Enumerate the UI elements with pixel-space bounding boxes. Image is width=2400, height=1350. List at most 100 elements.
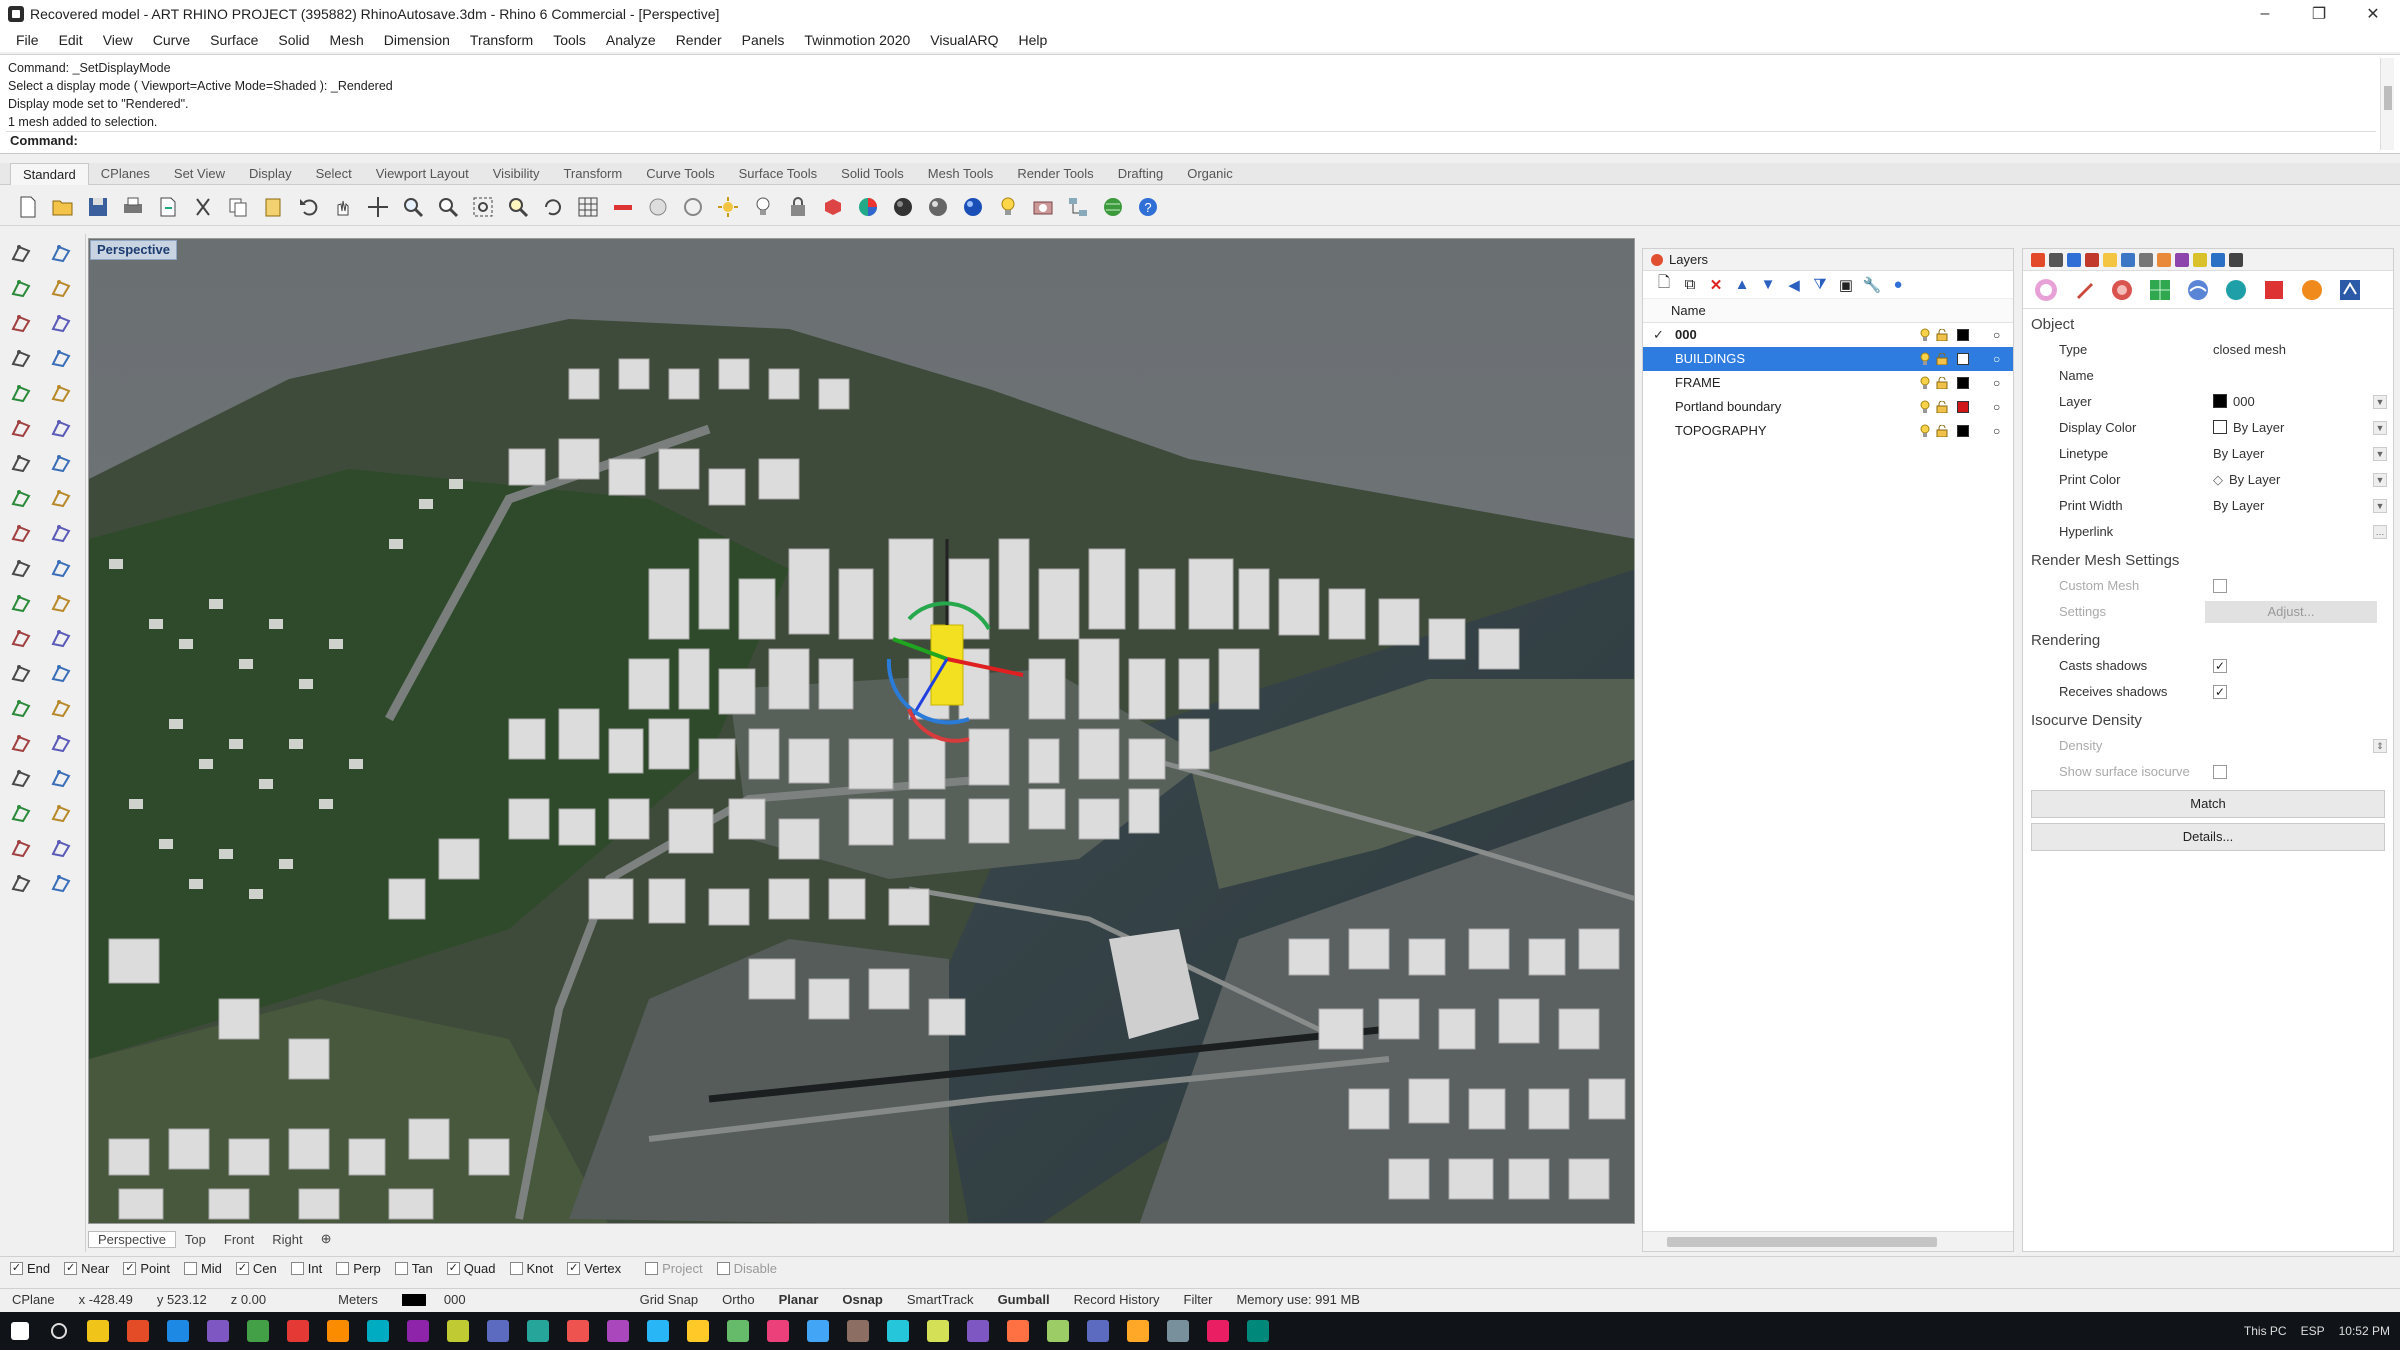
layer-visibility-bulb-icon[interactable] <box>1920 376 1930 390</box>
taskbar-app-icon[interactable] <box>87 1320 109 1342</box>
render-sphere-icon[interactable] <box>959 193 987 221</box>
paste-icon[interactable] <box>259 193 287 221</box>
layer-color-swatch[interactable] <box>1957 329 1969 341</box>
sun-tab-icon[interactable] <box>2157 252 2171 267</box>
print-width-value[interactable]: By Layer <box>2213 493 2264 519</box>
taskbar-app-icon[interactable] <box>1207 1320 1229 1342</box>
boolean-icon[interactable] <box>46 483 76 513</box>
taskbar-app-icon[interactable] <box>1007 1320 1029 1342</box>
textures-tab-icon[interactable] <box>2175 252 2189 267</box>
displacement-icon[interactable] <box>2183 275 2213 305</box>
gumball-toggle[interactable]: Gumball <box>986 1292 1062 1307</box>
surface-icon[interactable] <box>6 413 36 443</box>
box-icon[interactable] <box>6 448 36 478</box>
osnap-checkbox[interactable] <box>645 1262 659 1275</box>
curve-icon[interactable] <box>46 273 76 303</box>
split-icon[interactable] <box>6 588 36 618</box>
layer-material-icon[interactable]: ○ <box>1993 419 2000 443</box>
layer-row[interactable]: BUILDINGS ○ <box>1643 347 2013 371</box>
details-button[interactable]: Details... <box>2031 823 2385 851</box>
save-icon[interactable] <box>84 193 112 221</box>
current-layer-check-icon[interactable]: ✓ <box>1653 323 1667 347</box>
curve-piping-icon[interactable] <box>2297 275 2327 305</box>
taskbar-app-icon[interactable] <box>407 1320 429 1342</box>
copy-icon[interactable] <box>224 193 252 221</box>
analyze-icon[interactable] <box>6 833 36 863</box>
menu-twinmotion[interactable]: Twinmotion 2020 <box>804 32 910 48</box>
help-icon[interactable]: ? <box>1134 193 1162 221</box>
layer-state-icon[interactable]: ▣ <box>1835 274 1857 296</box>
adjust-button[interactable]: Adjust... <box>2205 601 2377 623</box>
print-width-dropdown-arrow[interactable]: ▼ <box>2373 499 2387 513</box>
material-icon[interactable] <box>819 193 847 221</box>
material-page-icon[interactable] <box>2069 275 2099 305</box>
libraries-tab-icon[interactable] <box>2211 252 2225 267</box>
taskbar-app-icon[interactable] <box>1167 1320 1189 1342</box>
taskbar-app-icon[interactable] <box>207 1320 229 1342</box>
print-icon[interactable] <box>119 193 147 221</box>
tab-solid-tools[interactable]: Solid Tools <box>829 163 916 185</box>
osnap-icon[interactable] <box>679 193 707 221</box>
layers-help-icon[interactable]: ● <box>1887 274 1909 296</box>
filter-icon[interactable]: ⧩ <box>1809 274 1831 296</box>
osnap-checkbox[interactable] <box>336 1262 350 1275</box>
light-icon[interactable] <box>714 193 742 221</box>
layer-visibility-bulb-icon[interactable] <box>1920 400 1930 414</box>
layer-lock-icon[interactable] <box>1936 377 1948 389</box>
maximize-button[interactable]: ❐ <box>2292 0 2346 28</box>
rotate-icon[interactable] <box>6 693 36 723</box>
taskbar-app-icon[interactable] <box>887 1320 909 1342</box>
osnap-project[interactable]: Project <box>645 1261 703 1276</box>
menu-curve[interactable]: Curve <box>153 32 190 48</box>
this-pc-label[interactable]: This PC <box>2244 1324 2287 1338</box>
visualarq-page-icon[interactable] <box>2335 275 2365 305</box>
globe-icon[interactable] <box>1099 193 1127 221</box>
rotate-view-icon[interactable] <box>539 193 567 221</box>
layer-dropdown-arrow[interactable]: ▼ <box>2373 395 2387 409</box>
taskbar-app-icon[interactable] <box>247 1320 269 1342</box>
language-indicator[interactable]: ESP <box>2301 1324 2325 1338</box>
extrude-icon[interactable] <box>46 413 76 443</box>
dimension-icon[interactable] <box>46 763 76 793</box>
object-properties-icon[interactable] <box>2031 275 2061 305</box>
taskbar-app-icon[interactable] <box>687 1320 709 1342</box>
record-history-toggle[interactable]: Record History <box>1062 1292 1172 1307</box>
receives-shadows-checkbox[interactable]: ✓ <box>2213 685 2227 699</box>
tab-mesh-tools[interactable]: Mesh Tools <box>916 163 1006 185</box>
osnap-toggle[interactable]: Osnap <box>830 1292 894 1307</box>
taskbar-app-icon[interactable] <box>967 1320 989 1342</box>
menu-surface[interactable]: Surface <box>210 32 258 48</box>
select-icon[interactable] <box>6 238 36 268</box>
taskbar-app-icon[interactable] <box>1247 1320 1269 1342</box>
custom-mesh-checkbox[interactable] <box>2213 579 2227 593</box>
layer-visibility-bulb-icon[interactable] <box>1920 328 1930 342</box>
scale-icon[interactable] <box>46 693 76 723</box>
tab-front[interactable]: Front <box>215 1232 263 1247</box>
new-sublayer-icon[interactable]: ⧉ <box>1679 274 1701 296</box>
osnap-checkbox[interactable] <box>183 1262 197 1275</box>
tab-drafting[interactable]: Drafting <box>1106 163 1176 185</box>
new-icon[interactable] <box>14 193 42 221</box>
network-icon[interactable] <box>1064 193 1092 221</box>
tab-transform[interactable]: Transform <box>551 163 634 185</box>
linetype-value[interactable]: By Layer <box>2213 441 2264 467</box>
edge-softening-icon[interactable] <box>2221 275 2251 305</box>
properties-tab-icon[interactable] <box>2031 252 2045 267</box>
cplane-status[interactable]: CPlane <box>0 1292 67 1307</box>
tab-visibility[interactable]: Visibility <box>481 163 552 185</box>
tab-surface-tools[interactable]: Surface Tools <box>727 163 830 185</box>
taskbar-app-icon[interactable] <box>647 1320 669 1342</box>
group-icon[interactable] <box>46 623 76 653</box>
taskbar-app-icon[interactable] <box>327 1320 349 1342</box>
ortho-toggle[interactable]: Ortho <box>710 1292 767 1307</box>
tab-render-tools[interactable]: Render Tools <box>1005 163 1105 185</box>
menu-help[interactable]: Help <box>1018 32 1047 48</box>
render-tool-icon[interactable] <box>46 833 76 863</box>
offset-icon[interactable] <box>46 518 76 548</box>
layer-row[interactable]: ✓ 000 ○ <box>1643 323 2013 347</box>
density-stepper[interactable]: ⇕ <box>2373 739 2387 753</box>
import-icon[interactable] <box>154 193 182 221</box>
bulb-icon[interactable] <box>749 193 777 221</box>
copy-tool-icon[interactable] <box>46 658 76 688</box>
freeform-icon[interactable] <box>46 378 76 408</box>
